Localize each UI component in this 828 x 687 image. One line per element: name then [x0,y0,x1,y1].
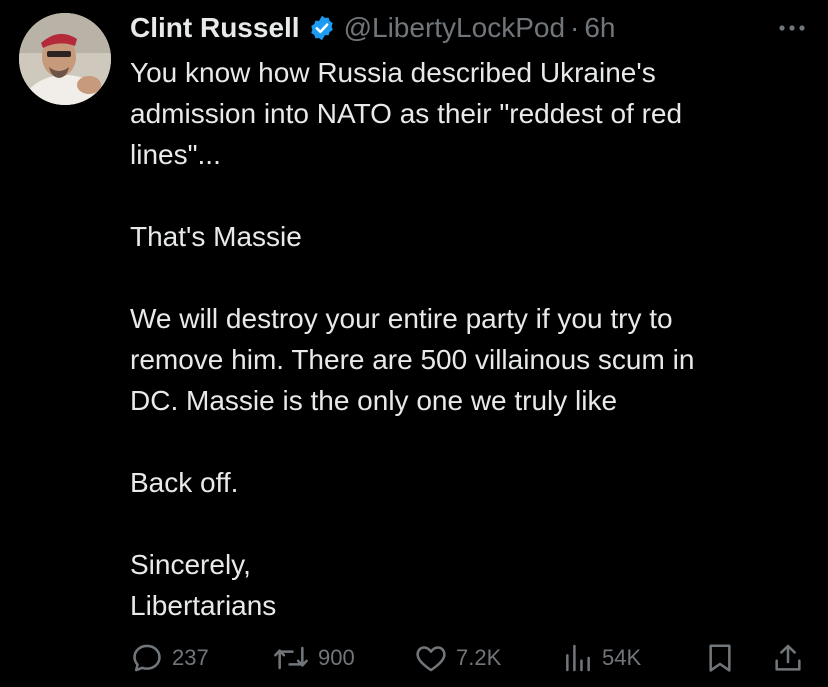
tweet-body: You know how Russia described Ukraine's … [130,52,810,626]
tweet-actions: 237 900 7.2K 54K [130,638,810,678]
tweet-line: Libertarians [130,590,277,621]
views-icon [562,641,594,675]
like-button[interactable]: 7.2K [414,638,501,678]
bookmark-button[interactable] [704,638,736,678]
views-button[interactable]: 54K [562,638,641,678]
repost-count: 900 [318,645,355,670]
tweet-paragraph: Sincerely, Libertarians [130,544,810,626]
bookmark-icon [704,641,736,675]
tweet-paragraph: That's Massie [130,216,810,257]
tweet-line: We will destroy your entire party if you… [130,303,673,334]
author-handle[interactable]: @LibertyLockPod [344,12,565,44]
tweet-line: Sincerely, [130,549,251,580]
tweet-line: That's Massie [130,221,302,252]
tweet-line: remove him. There are 500 villainous scu… [130,344,695,375]
verified-badge-icon[interactable] [308,14,336,42]
more-icon[interactable] [776,14,808,42]
author-display-name[interactable]: Clint Russell [130,12,300,44]
tweet-paragraph: You know how Russia described Ukraine's … [130,52,810,175]
like-count: 7.2K [456,645,502,670]
reply-count: 237 [172,645,209,670]
tweet-paragraph: Back off. [130,462,810,503]
repost-icon [272,641,310,675]
heart-icon [414,641,448,675]
tweet-line: Back off. [130,467,239,498]
tweet-timestamp[interactable]: 6h [584,12,615,44]
repost-button[interactable]: 900 [272,638,355,678]
tweet-line: lines"... [130,139,221,170]
avatar-photo [19,13,111,105]
tweet-paragraph: We will destroy your entire party if you… [130,298,810,421]
reply-icon [130,641,164,675]
views-count: 54K [602,645,642,670]
header-separator: · [570,12,580,43]
tweet[interactable]: Clint Russell @LibertyLockPod · 6h You k… [0,0,828,687]
tweet-line: You know how Russia described Ukraine's [130,57,656,88]
avatar[interactable] [19,13,111,105]
tweet-header: Clint Russell @LibertyLockPod · 6h [130,8,616,48]
reply-button[interactable]: 237 [130,638,209,678]
tweet-line: DC. Massie is the only one we truly like [130,385,618,416]
share-button[interactable] [772,638,804,678]
tweet-line: admission into NATO as their "reddest of… [130,98,683,129]
share-icon [772,641,804,675]
